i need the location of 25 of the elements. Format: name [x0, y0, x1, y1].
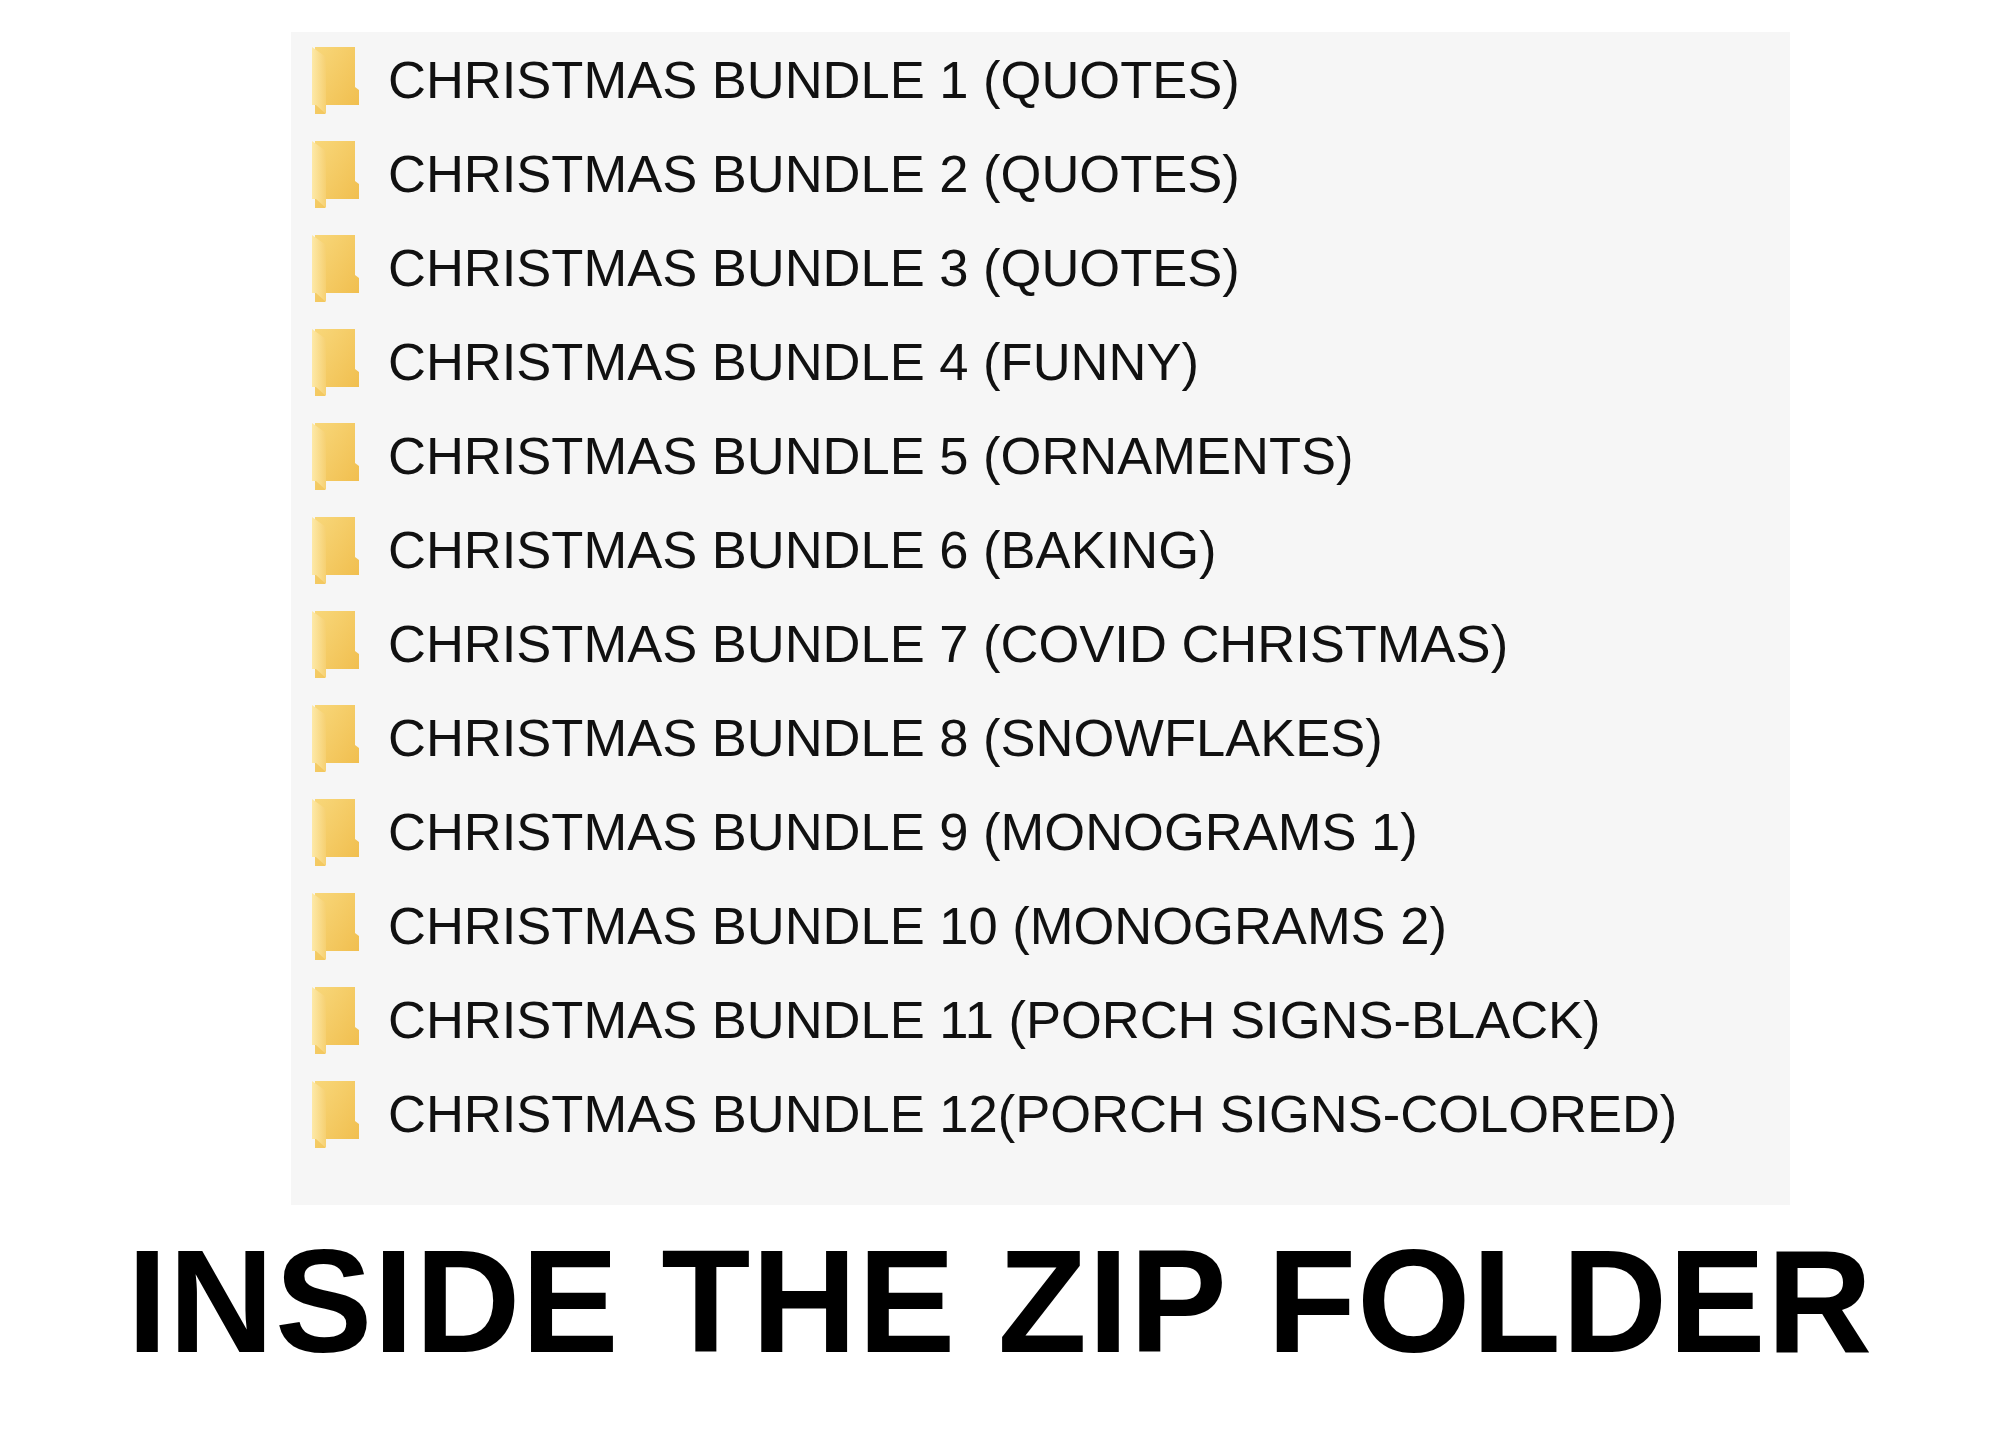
folder-name[interactable]: CHRISTMAS BUNDLE 5 (ORNAMENTS) — [388, 429, 1354, 483]
folder-name[interactable]: CHRISTMAS BUNDLE 6 (BAKING) — [388, 523, 1217, 577]
folder-name[interactable]: CHRISTMAS BUNDLE 3 (QUOTES) — [388, 241, 1240, 295]
folder-name[interactable]: CHRISTMAS BUNDLE 9 (MONOGRAMS 1) — [388, 805, 1418, 859]
folder-icon — [312, 46, 359, 114]
folder-icon — [312, 1080, 359, 1148]
folder-icon — [312, 798, 359, 866]
folder-icon — [312, 610, 359, 678]
folder-icon — [312, 986, 359, 1054]
folder-icon — [312, 892, 359, 960]
folder-name[interactable]: CHRISTMAS BUNDLE 7 (COVID CHRISTMAS) — [388, 617, 1509, 671]
folder-name[interactable]: CHRISTMAS BUNDLE 8 (SNOWFLAKES) — [388, 711, 1383, 765]
folder-name[interactable]: CHRISTMAS BUNDLE 12(PORCH SIGNS-COLORED) — [388, 1087, 1678, 1141]
folder-name[interactable]: CHRISTMAS BUNDLE 4 (FUNNY) — [388, 335, 1199, 389]
folder-icon — [312, 234, 359, 302]
folder-icon — [312, 422, 359, 490]
folder-name[interactable]: CHRISTMAS BUNDLE 11 (PORCH SIGNS-BLACK) — [388, 993, 1601, 1047]
folder-name[interactable]: CHRISTMAS BUNDLE 1 (QUOTES) — [388, 53, 1240, 107]
caption-title: INSIDE THE ZIP FOLDER — [126, 1229, 1874, 1375]
folder-icon — [312, 140, 359, 208]
folder-icon — [312, 704, 359, 772]
folder-name[interactable]: CHRISTMAS BUNDLE 10 (MONOGRAMS 2) — [388, 899, 1447, 953]
folder-icon — [312, 516, 359, 584]
folder-name[interactable]: CHRISTMAS BUNDLE 2 (QUOTES) — [388, 147, 1240, 201]
folder-icon — [312, 328, 359, 396]
